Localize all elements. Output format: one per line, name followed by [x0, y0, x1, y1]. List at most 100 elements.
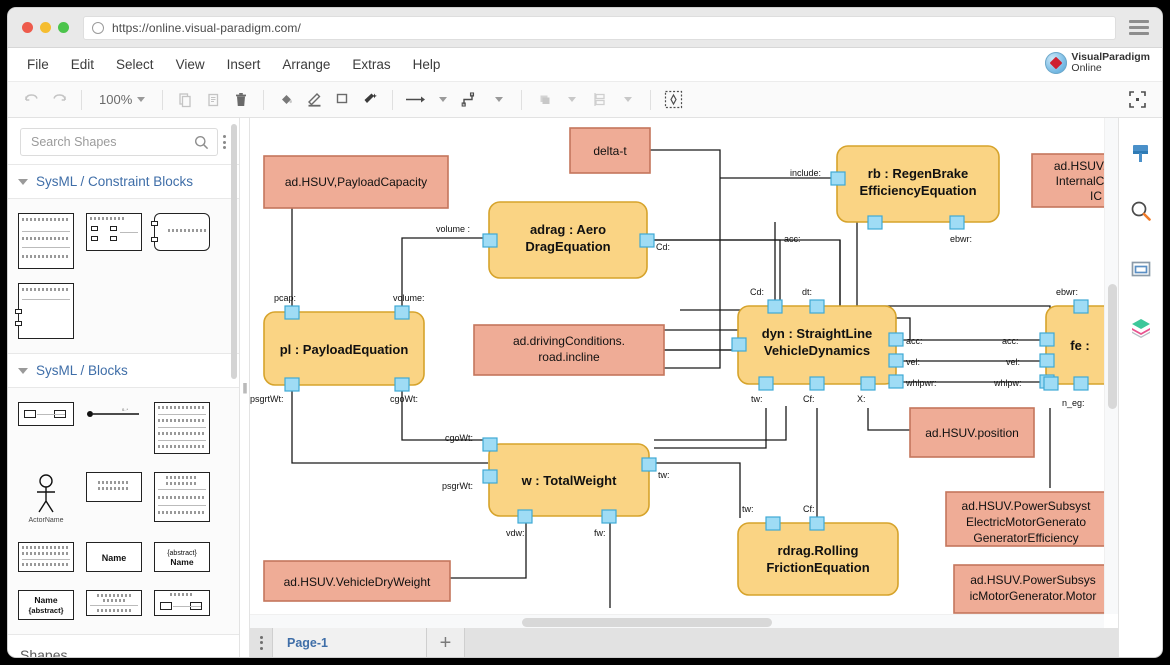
value-box-delta-t: delta-t — [570, 128, 650, 173]
shape-thumb[interactable] — [18, 542, 74, 572]
minimize-window-button[interactable] — [40, 22, 51, 33]
shape-thumb-name-abstract[interactable]: Name {abstract} — [18, 590, 74, 620]
svg-text:ad.HSUV.PowerSubsyst: ad.HSUV.PowerSubsyst — [962, 499, 1092, 513]
shape-thumb-name[interactable]: Name — [86, 542, 142, 572]
shape-thumb[interactable] — [86, 213, 142, 251]
svg-text:ad.HSUV.: ad.HSUV. — [1054, 159, 1106, 173]
value-box-payload-capacity: ad.HSUV,PayloadCapacity — [264, 156, 448, 208]
port — [1040, 354, 1054, 367]
align-dropdown[interactable] — [615, 87, 641, 113]
svg-text:volume:: volume: — [393, 293, 425, 303]
maximize-window-button[interactable] — [58, 22, 69, 33]
chevron-down-icon — [18, 368, 28, 374]
menu-select[interactable]: Select — [105, 53, 165, 76]
shape-thumb[interactable] — [86, 472, 142, 502]
menu-arrange[interactable]: Arrange — [271, 53, 341, 76]
align-icon[interactable] — [587, 87, 613, 113]
page-tab-page-1[interactable]: Page-1 — [272, 628, 427, 657]
search-shapes-box[interactable] — [20, 128, 218, 156]
svg-text:ActorName: ActorName — [28, 517, 63, 524]
shape-thumb[interactable] — [154, 590, 210, 616]
toolbar-separator — [162, 90, 163, 110]
value-box-driving-conditions: ad.drivingConditions. road.incline — [474, 325, 664, 375]
shapes-options-icon[interactable] — [222, 135, 227, 149]
shapes-panel-scrollbar[interactable] — [231, 124, 237, 379]
format-paint-icon[interactable] — [357, 87, 383, 113]
line-color-icon[interactable] — [301, 87, 327, 113]
add-page-button[interactable]: + — [427, 628, 465, 657]
port — [831, 172, 845, 185]
to-front-dropdown[interactable] — [559, 87, 585, 113]
redo-icon[interactable] — [46, 87, 72, 113]
address-bar[interactable]: https://online.visual-paradigm.com/ — [83, 16, 1116, 40]
menu-extras[interactable]: Extras — [341, 53, 401, 76]
svg-text:ElectricMotorGenerato: ElectricMotorGenerato — [966, 515, 1086, 529]
toolbar-separator — [263, 90, 264, 110]
brand-line-2: Online — [1071, 63, 1150, 74]
fill-color-icon[interactable] — [273, 87, 299, 113]
shape-thumb[interactable] — [154, 402, 210, 454]
to-front-icon[interactable] — [531, 87, 557, 113]
port — [285, 306, 299, 319]
shape-thumb[interactable] — [18, 283, 74, 339]
shapes-more-link[interactable]: Shapes... — [8, 634, 239, 657]
fullscreen-icon[interactable] — [1124, 87, 1150, 113]
hamburger-menu-icon[interactable] — [1126, 20, 1152, 35]
svg-text:X:: X: — [857, 394, 866, 404]
constraint-block-regen-brake-efficiency-equation: rb : RegenBrake EfficiencyEquation inclu… — [784, 146, 999, 244]
editor-toolbar: 100% — [8, 82, 1162, 118]
connection-arrow-dropdown[interactable] — [430, 87, 456, 113]
svg-text:ebwr:: ebwr: — [1056, 287, 1078, 297]
paste-icon[interactable] — [200, 87, 226, 113]
section-header-constraint-blocks[interactable]: SysML / Constraint Blocks — [8, 164, 239, 199]
svg-text:icMotorGenerator.Motor: icMotorGenerator.Motor — [970, 589, 1097, 603]
constraint-block-payload-equation: pl : PayloadEquation pcap: volume: psgrt… — [250, 293, 425, 404]
connection-arrow-icon[interactable] — [402, 87, 428, 113]
diagram-canvas-area[interactable]: .cb { fill:#FAD484; stroke:#D6A32B; stro… — [250, 118, 1118, 657]
layers-icon[interactable] — [1128, 314, 1154, 340]
shape-thumb[interactable] — [18, 213, 74, 269]
search-input[interactable] — [29, 134, 194, 150]
select-all-icon[interactable] — [660, 87, 686, 113]
page-options-icon[interactable] — [250, 628, 272, 657]
shape-thumb[interactable] — [154, 213, 210, 251]
waypoints-dropdown[interactable] — [486, 87, 512, 113]
section-header-blocks[interactable]: SysML / Blocks — [8, 353, 239, 388]
shape-thumb[interactable] — [18, 402, 74, 426]
search-icon[interactable] — [194, 135, 209, 150]
shape-thumb[interactable] — [86, 590, 142, 616]
shapes-grid-blocks: 0..* ActorName — [8, 388, 239, 634]
scrollbar-thumb[interactable] — [1108, 284, 1117, 409]
port — [640, 234, 654, 247]
diagram-canvas[interactable]: .cb { fill:#FAD484; stroke:#D6A32B; stro… — [250, 118, 1118, 657]
canvas-horizontal-scrollbar[interactable] — [250, 614, 1104, 628]
close-window-button[interactable] — [22, 22, 33, 33]
shape-thumb-abstract-name[interactable]: {abstract} Name — [154, 542, 210, 572]
svg-text:{abstract}: {abstract} — [28, 606, 63, 615]
menu-view[interactable]: View — [165, 53, 216, 76]
shadow-icon[interactable] — [329, 87, 355, 113]
menu-help[interactable]: Help — [402, 53, 452, 76]
menu-file[interactable]: File — [22, 53, 60, 76]
format-paint-icon[interactable] — [1128, 140, 1154, 166]
menu-insert[interactable]: Insert — [216, 53, 272, 76]
search-zoom-icon[interactable] — [1128, 198, 1154, 224]
menu-edit[interactable]: Edit — [60, 53, 105, 76]
delete-icon[interactable] — [228, 87, 254, 113]
panel-splitter[interactable]: || — [240, 118, 250, 657]
scrollbar-thumb[interactable] — [522, 618, 772, 627]
svg-text:ad.drivingConditions.: ad.drivingConditions. — [513, 334, 625, 348]
page-tab-bar: Page-1 + — [250, 628, 1118, 657]
toolbar-separator — [81, 90, 82, 110]
shape-thumb[interactable]: 0..* — [86, 402, 142, 426]
waypoints-icon[interactable] — [458, 87, 484, 113]
shape-thumb-actor[interactable]: ActorName — [18, 472, 74, 524]
zoom-level-dropdown[interactable]: 100% — [91, 92, 153, 107]
svg-text:acc:: acc: — [784, 234, 801, 244]
shape-thumb[interactable] — [154, 472, 210, 522]
reload-circle-icon[interactable] — [92, 22, 104, 34]
outline-panel-icon[interactable] — [1128, 256, 1154, 282]
undo-icon[interactable] — [18, 87, 44, 113]
copy-icon[interactable] — [172, 87, 198, 113]
canvas-vertical-scrollbar[interactable] — [1104, 118, 1118, 614]
